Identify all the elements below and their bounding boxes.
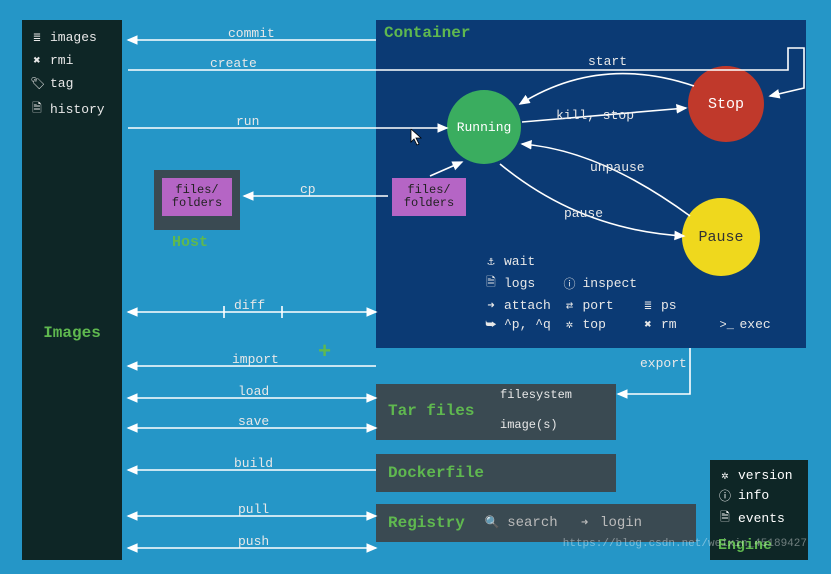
label-create: create bbox=[210, 56, 257, 71]
label-build: build bbox=[234, 456, 273, 471]
label-cp: cp bbox=[300, 182, 316, 197]
label-killstop: kill, stop bbox=[556, 108, 634, 123]
label-run: run bbox=[236, 114, 259, 129]
label-unpause: unpause bbox=[590, 160, 645, 175]
label-start: start bbox=[588, 54, 627, 69]
label-save: save bbox=[238, 414, 269, 429]
label-push: push bbox=[238, 534, 269, 549]
label-export: export bbox=[640, 356, 687, 371]
arrows-layer bbox=[0, 0, 831, 574]
label-load: load bbox=[238, 384, 269, 399]
label-import: import bbox=[232, 352, 279, 367]
label-diff: diff bbox=[234, 298, 265, 313]
label-pull: pull bbox=[238, 502, 269, 517]
label-commit: commit bbox=[228, 26, 275, 41]
label-pause: pause bbox=[564, 206, 603, 221]
